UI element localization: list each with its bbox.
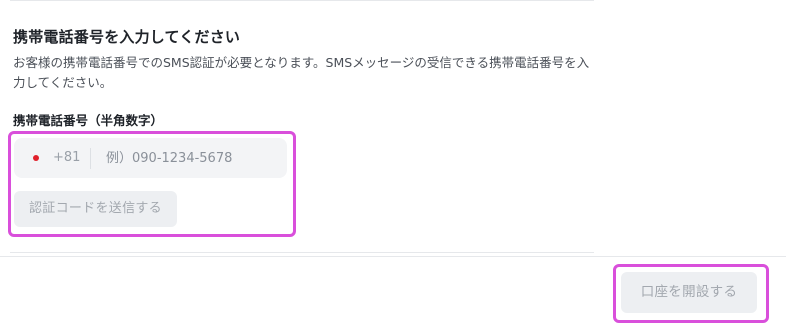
form-title: 携帯電話番号を入力してください <box>13 28 241 46</box>
phone-field-label: 携帯電話番号（半角数字） <box>13 113 164 128</box>
form-highlight-box <box>8 131 296 237</box>
footer-divider <box>0 256 786 257</box>
form-description: お客様の携帯電話番号でのSMS認証が必要となります。SMSメッセージの受信できる… <box>13 55 590 90</box>
top-divider <box>10 0 594 1</box>
open-account-highlight-box <box>613 264 769 323</box>
section-divider <box>10 252 594 253</box>
